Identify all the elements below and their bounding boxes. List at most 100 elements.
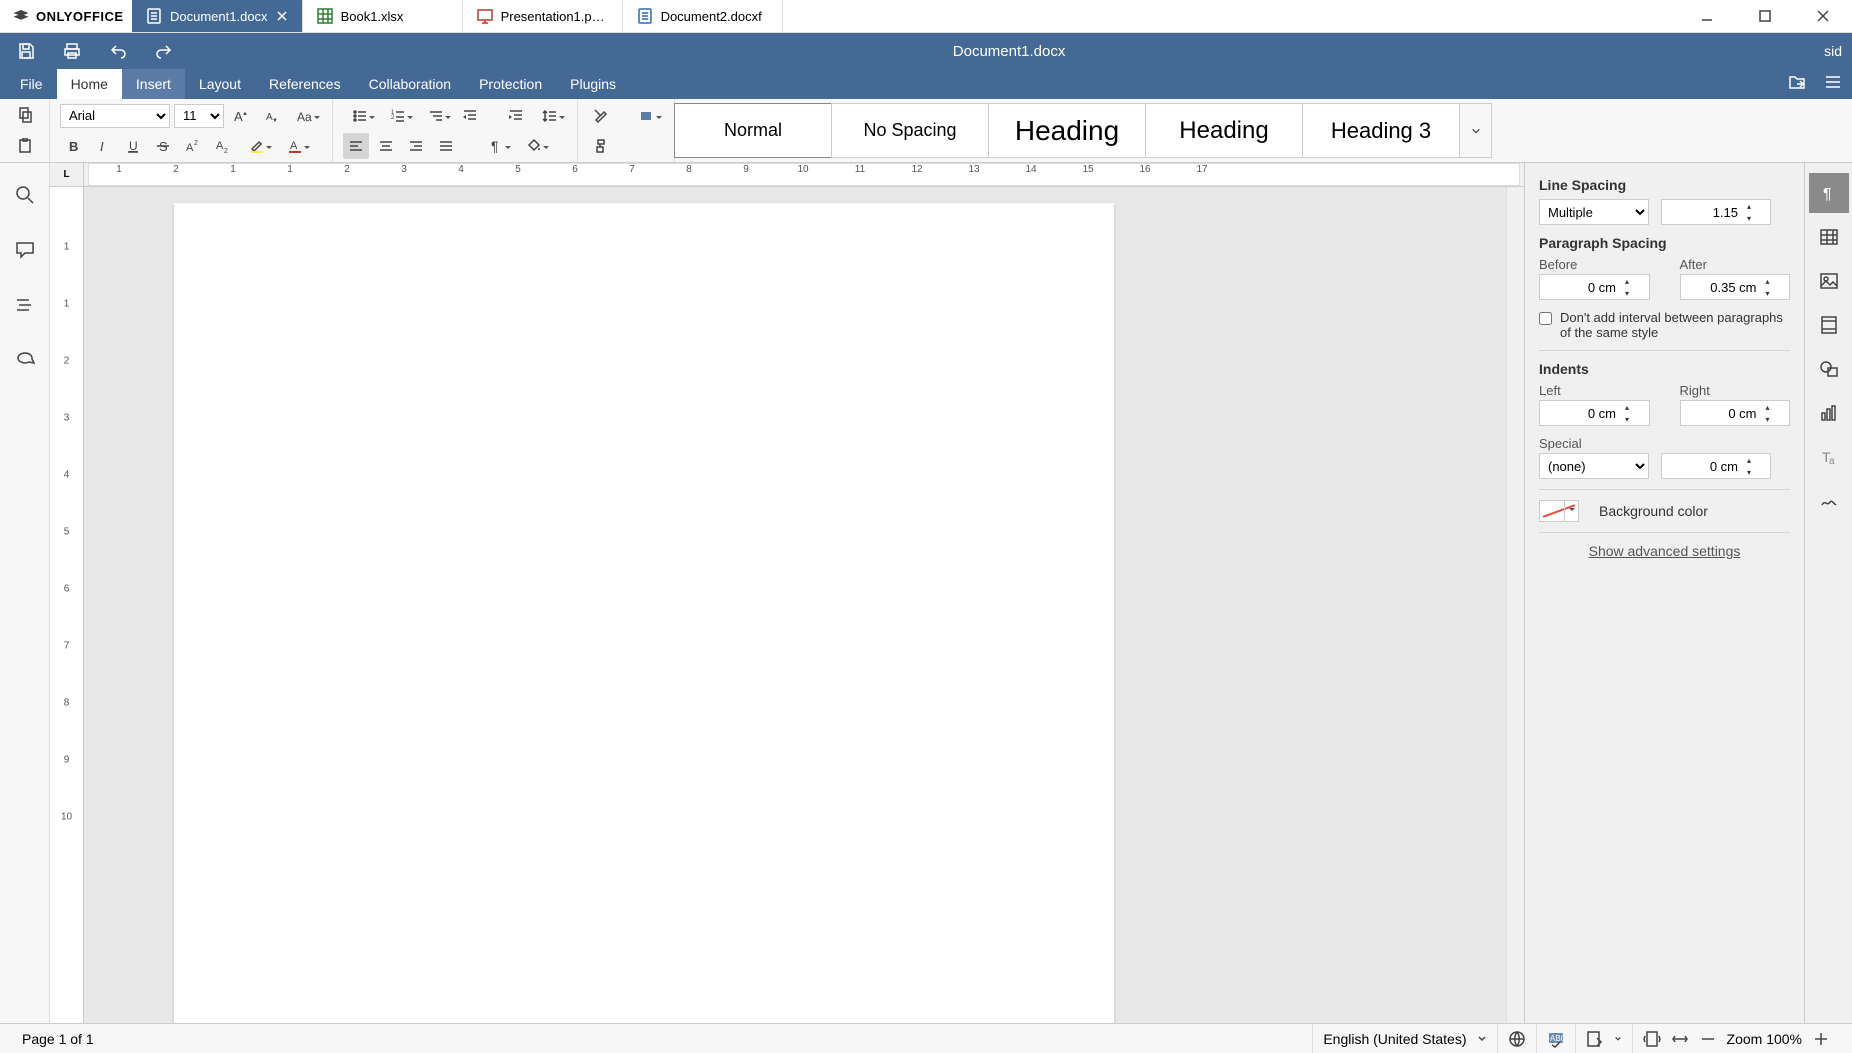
find-button[interactable] (15, 185, 35, 210)
table-settings-tab[interactable] (1809, 217, 1849, 257)
spellcheck-button[interactable]: ABC (1547, 1030, 1565, 1048)
tab-presentation1[interactable]: Presentation1.p… (463, 0, 623, 32)
chart-settings-tab[interactable] (1809, 393, 1849, 433)
fit-width-button[interactable] (1671, 1030, 1689, 1048)
user-name[interactable]: sid (1824, 43, 1842, 59)
styles-more-button[interactable] (1460, 103, 1492, 158)
style-heading3[interactable]: Heading 3 (1302, 103, 1460, 158)
redo-button[interactable] (148, 37, 180, 65)
increase-font-button[interactable]: A▲ (228, 103, 254, 129)
document-canvas[interactable] (84, 187, 1506, 1023)
vertical-ruler[interactable]: 112345678910 (50, 187, 84, 1023)
view-settings-button[interactable] (1824, 74, 1842, 95)
line-spacing-mode-select[interactable]: Multiple (1539, 199, 1649, 225)
zoom-level[interactable]: Zoom 100% (1727, 1031, 1802, 1047)
menu-home[interactable]: Home (57, 69, 122, 99)
zoom-out-button[interactable] (1699, 1030, 1717, 1048)
shape-settings-tab[interactable] (1809, 349, 1849, 389)
tab-document2[interactable]: Document2.docxf (623, 0, 783, 32)
indent-left-spinner[interactable]: ▴▾ (1539, 400, 1650, 426)
minimize-button[interactable] (1678, 0, 1736, 32)
comments-button[interactable] (15, 240, 35, 265)
align-left-button[interactable] (343, 133, 369, 159)
style-heading2[interactable]: Heading (1145, 103, 1303, 158)
change-case-button[interactable]: Aa (288, 103, 322, 129)
indent-right-spinner[interactable]: ▴▾ (1680, 400, 1791, 426)
menu-insert[interactable]: Insert (122, 69, 185, 99)
show-advanced-settings-link[interactable]: Show advanced settings (1539, 543, 1790, 559)
decrease-indent-button[interactable] (457, 103, 483, 129)
copy-button[interactable] (12, 102, 38, 128)
header-footer-tab[interactable] (1809, 305, 1849, 345)
text-art-tab[interactable]: Ta (1809, 437, 1849, 477)
close-icon[interactable] (276, 10, 288, 22)
special-indent-spinner[interactable]: ▴▾ (1661, 453, 1771, 479)
menu-file[interactable]: File (6, 69, 57, 99)
spacing-after-spinner[interactable]: ▴▾ (1680, 274, 1791, 300)
menu-collaboration[interactable]: Collaboration (355, 69, 466, 99)
tab-book1[interactable]: Book1.xlsx (303, 0, 463, 32)
image-settings-tab[interactable] (1809, 261, 1849, 301)
menu-plugins[interactable]: Plugins (556, 69, 630, 99)
track-changes-button[interactable] (1586, 1030, 1604, 1048)
underline-button[interactable]: U (120, 133, 146, 159)
align-right-button[interactable] (403, 133, 429, 159)
font-size-select[interactable]: 11 (174, 104, 224, 128)
font-name-select[interactable]: Arial (60, 104, 170, 128)
menu-references[interactable]: References (255, 69, 355, 99)
close-button[interactable] (1794, 0, 1852, 32)
save-button[interactable] (10, 37, 42, 65)
multilevel-list-button[interactable] (419, 103, 453, 129)
increase-indent-button[interactable] (503, 103, 529, 129)
clear-style-button[interactable] (588, 103, 614, 129)
align-center-button[interactable] (373, 133, 399, 159)
menu-layout[interactable]: Layout (185, 69, 255, 99)
horizontal-ruler[interactable]: L 1211234567891011121314151617 (50, 163, 1524, 187)
bullet-list-button[interactable] (343, 103, 377, 129)
copy-style-button[interactable] (588, 133, 614, 159)
spacing-before-spinner[interactable]: ▴▾ (1539, 274, 1650, 300)
special-indent-select[interactable]: (none) (1539, 453, 1649, 479)
nonprinting-button[interactable]: ¶ (479, 133, 513, 159)
zoom-in-button[interactable] (1812, 1030, 1830, 1048)
paste-button[interactable] (12, 133, 38, 159)
page-info[interactable]: Page 1 of 1 (12, 1024, 104, 1053)
style-heading1[interactable]: Heading (988, 103, 1146, 158)
insert-shape-button[interactable] (630, 103, 664, 129)
align-justify-button[interactable] (433, 133, 459, 159)
headings-button[interactable] (15, 295, 35, 320)
decrease-font-button[interactable]: A▼ (258, 103, 284, 129)
print-button[interactable] (56, 37, 88, 65)
feedback-button[interactable] (15, 350, 35, 375)
spin-down[interactable]: ▾ (1742, 212, 1756, 224)
undo-button[interactable] (102, 37, 134, 65)
page[interactable] (174, 203, 1114, 1023)
open-location-button[interactable] (1788, 74, 1806, 95)
signature-tab[interactable] (1809, 481, 1849, 521)
menu-protection[interactable]: Protection (465, 69, 556, 99)
vertical-scrollbar[interactable] (1506, 187, 1524, 1023)
strikethrough-button[interactable]: S (150, 133, 176, 159)
set-language-button[interactable] (1508, 1030, 1526, 1048)
font-color-button[interactable]: A (278, 133, 312, 159)
background-color-picker[interactable] (1539, 500, 1579, 522)
line-spacing-button[interactable] (533, 103, 567, 129)
tab-document1[interactable]: Document1.docx (132, 0, 303, 32)
maximize-button[interactable] (1736, 0, 1794, 32)
style-no-spacing[interactable]: No Spacing (831, 103, 989, 158)
paragraph-settings-tab[interactable]: ¶ (1809, 173, 1849, 213)
subscript-button[interactable]: A2 (210, 133, 236, 159)
highlight-color-button[interactable] (240, 133, 274, 159)
fit-page-button[interactable] (1643, 1030, 1661, 1048)
spin-up[interactable]: ▴ (1742, 200, 1756, 212)
language-selector[interactable]: English (United States) (1312, 1024, 1496, 1053)
shading-button[interactable] (517, 133, 551, 159)
chevron-down-icon[interactable] (1564, 501, 1578, 521)
italic-button[interactable]: I (90, 133, 116, 159)
superscript-button[interactable]: A2 (180, 133, 206, 159)
numbered-list-button[interactable]: 12 (381, 103, 415, 129)
line-spacing-value-spinner[interactable]: ▴▾ (1661, 199, 1771, 225)
dont-add-interval-checkbox[interactable]: Don't add interval between paragraphs of… (1539, 310, 1790, 340)
style-normal[interactable]: Normal (674, 103, 832, 158)
bold-button[interactable]: B (60, 133, 86, 159)
